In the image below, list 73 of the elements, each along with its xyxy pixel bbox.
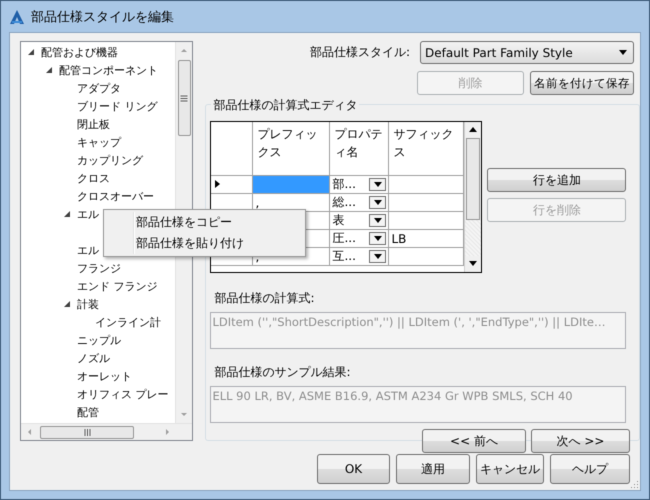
column-header: サフィックス — [388, 122, 463, 176]
horizontal-scrollbar[interactable] — [21, 423, 192, 440]
vertical-scrollbar[interactable] — [464, 122, 482, 272]
scroll-down-icon — [468, 260, 477, 268]
app-logo-icon — [9, 8, 25, 24]
scroll-up-icon — [180, 47, 188, 55]
expanded-icon[interactable] — [62, 209, 72, 219]
tree-item[interactable]: 閉止板 — [76, 116, 111, 132]
table-cell[interactable] — [388, 212, 463, 230]
menu-item[interactable]: 部品仕様を貼り付け — [104, 233, 305, 254]
tree-item[interactable]: アダプタ — [76, 80, 122, 96]
resize-grip-icon — [629, 479, 639, 489]
tree-item[interactable]: クロスオーバー — [76, 188, 155, 204]
scroll-down-icon — [180, 410, 188, 418]
tree-item[interactable]: カップリング — [76, 152, 144, 168]
dropdown-arrow-icon — [374, 234, 382, 242]
dropdown-arrow-icon — [374, 180, 382, 188]
dropdown-arrow-icon — [374, 216, 382, 224]
apply-button[interactable]: 適用 — [396, 454, 470, 484]
style-label: 部品仕様スタイル: — [310, 44, 410, 61]
field-label: 部品仕様の計算式: — [214, 290, 316, 307]
column-header: プロパティ名 — [330, 122, 389, 176]
help-button[interactable]: ヘルプ — [550, 454, 630, 484]
table-cell[interactable]: , — [252, 248, 330, 266]
tree-item[interactable]: エル — [76, 206, 100, 222]
next-button[interactable]: 次へ >> — [531, 429, 630, 453]
tree-item[interactable]: 配管および機器 — [40, 44, 119, 60]
cell-dropdown-button[interactable] — [369, 250, 386, 263]
previous-button[interactable]: << 前へ — [422, 429, 526, 453]
ok-button[interactable]: OK — [317, 454, 390, 484]
table-cell[interactable]: LB — [388, 230, 463, 248]
add-row-button[interactable]: 行を追加 — [487, 168, 626, 192]
tree-item[interactable]: ノズル — [76, 350, 111, 366]
expanded-icon[interactable] — [26, 47, 36, 57]
dropdown-arrow-icon — [374, 198, 382, 206]
tree-item[interactable]: フランジ — [76, 260, 122, 276]
scroll-left-icon — [26, 428, 34, 436]
field-label: 部品仕様のサンプル結果: — [214, 364, 352, 381]
table-cell[interactable] — [252, 176, 330, 194]
tree-item[interactable]: 配管 — [76, 404, 100, 420]
style-dropdown[interactable]: Default Part Family Style — [420, 41, 634, 64]
table-cell[interactable] — [388, 176, 463, 194]
grip-icon — [84, 428, 90, 436]
dropdown-arrow-icon — [374, 252, 382, 260]
tree-item[interactable]: ブリード リング — [76, 98, 158, 114]
grip-icon — [179, 94, 190, 102]
tree-item[interactable]: インライン計 — [94, 314, 162, 330]
scroll-right-icon — [163, 428, 172, 436]
tree-item[interactable]: オリフィス プレー — [76, 386, 170, 402]
tree-item[interactable]: エル — [76, 242, 100, 258]
expanded-icon[interactable] — [44, 65, 54, 75]
scroll-up-icon — [468, 126, 477, 134]
menu-item[interactable]: 部品仕様をコピー — [104, 212, 305, 233]
table-cell[interactable] — [388, 194, 463, 212]
table-cell[interactable]: 表 — [332, 212, 344, 228]
tree-item[interactable]: 計装 — [76, 296, 100, 312]
table-cell[interactable] — [388, 248, 463, 266]
group-title: 部品仕様の計算式エディタ — [211, 97, 360, 114]
tree-item[interactable]: エンド フランジ — [76, 278, 158, 294]
tree-item[interactable]: ニップル — [76, 332, 122, 348]
tree-item[interactable]: クロス — [76, 170, 111, 186]
window-title: 部品仕様スタイルを編集 — [31, 8, 174, 26]
expanded-icon[interactable] — [62, 299, 72, 309]
cell-dropdown-button[interactable] — [369, 178, 386, 191]
tree-item[interactable]: オーレット — [76, 368, 133, 384]
save-as-button[interactable]: 名前を付けて保存 — [530, 71, 634, 95]
dropdown-arrow-icon — [619, 48, 627, 56]
tree-item[interactable]: キャップ — [76, 134, 122, 150]
tree-item[interactable]: 配管コンポーネント — [58, 62, 159, 78]
cell-dropdown-button[interactable] — [369, 196, 386, 209]
cell-dropdown-button[interactable] — [369, 214, 386, 227]
cancel-button[interactable]: キャンセル — [476, 454, 544, 484]
cell-dropdown-button[interactable] — [369, 232, 386, 245]
